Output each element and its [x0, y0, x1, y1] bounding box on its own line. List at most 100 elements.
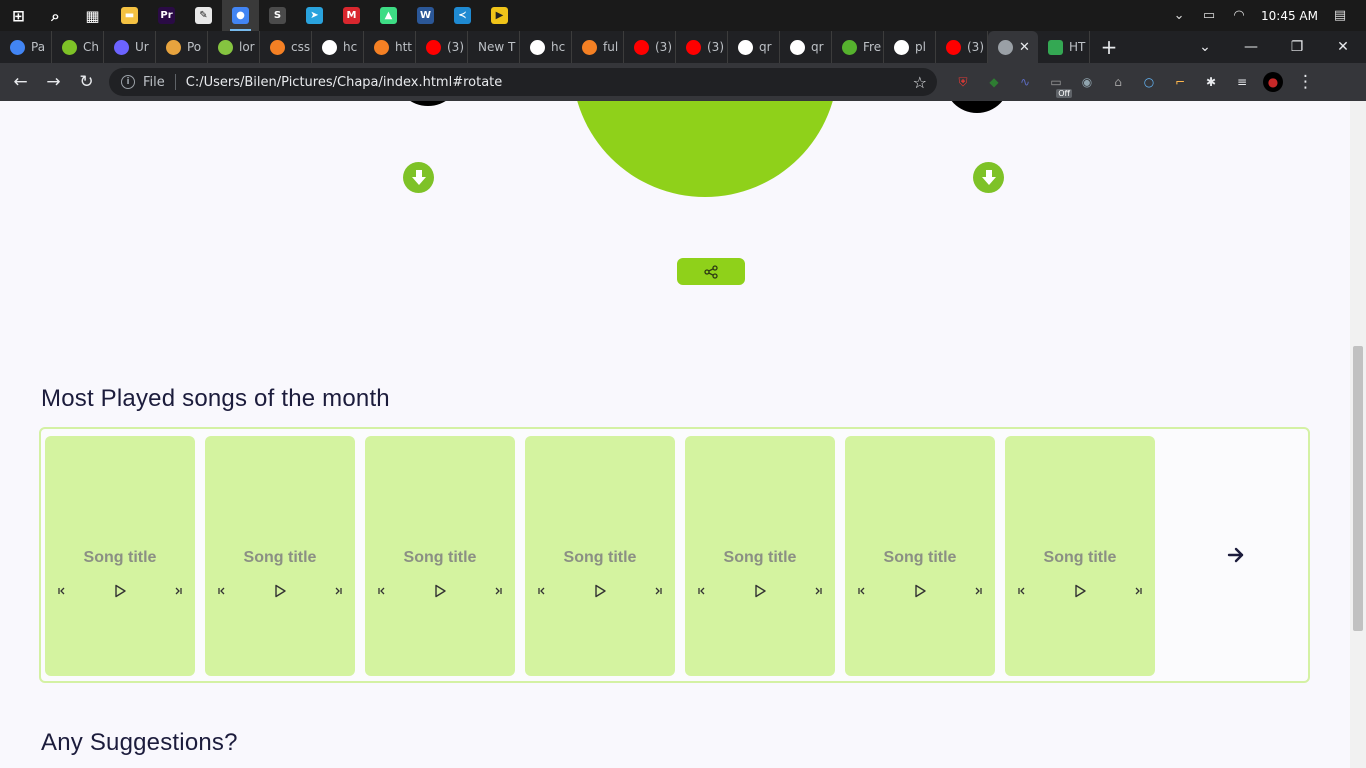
- song-card[interactable]: Song title: [685, 436, 835, 676]
- tab-0[interactable]: Pa: [0, 31, 52, 63]
- info-icon[interactable]: i: [121, 75, 135, 89]
- tab-11[interactable]: ful: [572, 31, 624, 63]
- download-right-icon[interactable]: [973, 162, 1004, 193]
- menu-kebab-icon[interactable]: ⋮: [1289, 66, 1322, 99]
- tab-search-icon[interactable]: ⌄: [1182, 39, 1228, 55]
- song-card[interactable]: Song title: [845, 436, 995, 676]
- tab-2[interactable]: Ur: [104, 31, 156, 63]
- play-icon[interactable]: [913, 584, 927, 598]
- tab-8[interactable]: (3): [416, 31, 468, 63]
- chevron-up-icon[interactable]: ⌄: [1171, 8, 1187, 24]
- play-icon[interactable]: [273, 584, 287, 598]
- wifi-icon[interactable]: ◠: [1231, 8, 1247, 24]
- skip-next-icon[interactable]: [811, 584, 825, 598]
- page-scrollbar[interactable]: [1350, 101, 1366, 768]
- ublock-icon[interactable]: ⛨: [953, 72, 973, 92]
- tab-4[interactable]: lor: [208, 31, 260, 63]
- tab-7[interactable]: htt: [364, 31, 416, 63]
- tab-18[interactable]: (3): [936, 31, 988, 63]
- tab-14[interactable]: qr: [728, 31, 780, 63]
- skip-next-icon[interactable]: [331, 584, 345, 598]
- clock[interactable]: 10:45 AM: [1261, 9, 1318, 23]
- skip-next-icon[interactable]: [491, 584, 505, 598]
- song-card[interactable]: Song title: [205, 436, 355, 676]
- file-explorer-icon[interactable]: ▬: [111, 0, 148, 31]
- tab-3[interactable]: Po: [156, 31, 208, 63]
- ext-colorful-icon[interactable]: ◆: [984, 72, 1004, 92]
- play-icon[interactable]: [113, 584, 127, 598]
- media-player-icon[interactable]: ▶: [481, 0, 518, 31]
- ext-wave-icon[interactable]: ∿: [1015, 72, 1035, 92]
- address-bar[interactable]: i File C:/Users/Bilen/Pictures/Chapa/ind…: [109, 68, 937, 96]
- tab-label: Fre: [863, 40, 882, 54]
- tab-17[interactable]: pl: [884, 31, 936, 63]
- skip-previous-icon[interactable]: [855, 584, 869, 598]
- paint-icon[interactable]: ✎: [185, 0, 222, 31]
- download-left-icon[interactable]: [403, 162, 434, 193]
- skip-next-icon[interactable]: [1131, 584, 1145, 598]
- reading-list-icon[interactable]: ≡: [1232, 72, 1252, 92]
- premiere-pro-icon[interactable]: Pr: [148, 0, 185, 31]
- ext-eye-icon[interactable]: ◉: [1077, 72, 1097, 92]
- skip-next-icon[interactable]: [651, 584, 665, 598]
- tab-10[interactable]: hc: [520, 31, 572, 63]
- close-tab-icon[interactable]: ✕: [1019, 40, 1030, 55]
- notification-icon[interactable]: ▤: [1332, 8, 1348, 24]
- back-icon[interactable]: ←: [4, 66, 37, 99]
- skip-previous-icon[interactable]: [375, 584, 389, 598]
- song-card[interactable]: Song title: [45, 436, 195, 676]
- tab-16[interactable]: Fre: [832, 31, 884, 63]
- ext-ring-icon[interactable]: ○: [1139, 72, 1159, 92]
- play-icon[interactable]: [753, 584, 767, 598]
- ext-bottle-icon[interactable]: ⌂: [1108, 72, 1128, 92]
- tab-12[interactable]: (3): [624, 31, 676, 63]
- skip-next-icon[interactable]: [171, 584, 185, 598]
- ext-off-icon[interactable]: ▭ Off: [1046, 72, 1072, 98]
- play-icon[interactable]: [1073, 584, 1087, 598]
- play-icon[interactable]: [593, 584, 607, 598]
- task-view-icon[interactable]: ▦: [74, 0, 111, 31]
- telegram-icon[interactable]: ➤: [296, 0, 333, 31]
- tab-1[interactable]: Ch: [52, 31, 104, 63]
- carousel-next-button[interactable]: [1224, 543, 1248, 567]
- sublime-text-icon[interactable]: S: [259, 0, 296, 31]
- tab-15[interactable]: qr: [780, 31, 832, 63]
- tab-5[interactable]: css: [260, 31, 312, 63]
- close-window-icon[interactable]: ✕: [1320, 39, 1366, 55]
- song-card[interactable]: Song title: [525, 436, 675, 676]
- bookmark-star-icon[interactable]: ☆: [913, 73, 927, 92]
- battery-icon[interactable]: ▭: [1201, 8, 1217, 24]
- tab-last[interactable]: HT: [1038, 31, 1090, 63]
- skip-previous-icon[interactable]: [695, 584, 709, 598]
- tab-6[interactable]: hc: [312, 31, 364, 63]
- mega-icon[interactable]: M: [333, 0, 370, 31]
- restore-icon[interactable]: ❐: [1274, 39, 1320, 55]
- tab-9[interactable]: New T: [468, 31, 520, 63]
- chrome-icon[interactable]: ●: [222, 0, 259, 31]
- song-card[interactable]: Song title: [1005, 436, 1155, 676]
- search-icon[interactable]: ⌕: [37, 0, 74, 31]
- tab-active[interactable]: ✕: [988, 31, 1038, 63]
- skip-previous-icon[interactable]: [535, 584, 549, 598]
- forward-icon[interactable]: →: [37, 66, 70, 99]
- skip-previous-icon[interactable]: [55, 584, 69, 598]
- puzzle-icon[interactable]: ✱: [1201, 72, 1221, 92]
- profile-avatar-icon[interactable]: ●: [1263, 72, 1283, 92]
- android-studio-icon[interactable]: ▲: [370, 0, 407, 31]
- vscode-icon[interactable]: ≺: [444, 0, 481, 31]
- share-button[interactable]: [677, 258, 745, 285]
- word-icon[interactable]: W: [407, 0, 444, 31]
- skip-previous-icon[interactable]: [215, 584, 229, 598]
- windows-start-icon[interactable]: ⊞: [0, 0, 37, 31]
- ext-pick-icon[interactable]: ⌐: [1170, 72, 1190, 92]
- tab-13[interactable]: (3): [676, 31, 728, 63]
- play-icon[interactable]: [433, 584, 447, 598]
- new-tab-icon[interactable]: +: [1090, 35, 1128, 59]
- skip-next-icon[interactable]: [971, 584, 985, 598]
- scrollbar-thumb[interactable]: [1353, 346, 1363, 631]
- song-card[interactable]: Song title: [365, 436, 515, 676]
- minimize-icon[interactable]: —: [1228, 39, 1274, 55]
- skip-previous-icon[interactable]: [1015, 584, 1029, 598]
- reload-icon[interactable]: ↻: [70, 66, 103, 99]
- url-text[interactable]: C:/Users/Bilen/Pictures/Chapa/index.html…: [186, 75, 503, 90]
